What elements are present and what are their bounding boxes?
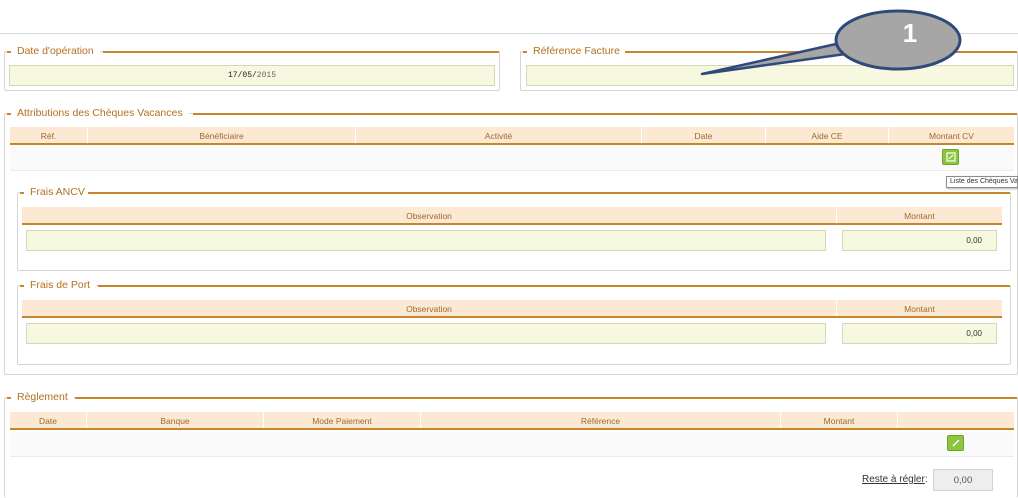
column-header-observation: Observation: [22, 207, 837, 223]
column-header-ref[interactable]: Réf.: [10, 127, 88, 143]
column-header-actions: [898, 412, 1014, 428]
reste-a-regler-colon: :: [925, 474, 928, 485]
operation-date-day: 17/05/: [227, 71, 257, 80]
callout-number: 1: [902, 18, 918, 48]
column-header-activite[interactable]: Activité: [356, 127, 642, 143]
frais-port-table-header: Observation Montant: [22, 300, 1002, 318]
frais-ancv-montant-input[interactable]: 0,00: [842, 230, 997, 251]
frais-port-group: Frais de Port Observation Montant 0,00: [17, 279, 1011, 365]
frais-port-montant-input[interactable]: 0,00: [842, 323, 997, 344]
operation-date-input[interactable]: 17/05/2015: [9, 65, 495, 86]
edit-pencil-icon: [952, 439, 959, 447]
attributions-group: Attributions des Chèques Vacances Réf. B…: [4, 107, 1018, 375]
column-header-mode-paiement[interactable]: Mode Paiement: [264, 412, 421, 428]
attributions-table-header: Réf. Bénéficiaire Activité Date Aide CE …: [10, 127, 1014, 145]
reglement-empty-row: [10, 432, 1014, 457]
edit-icon: [945, 152, 956, 162]
column-header-banque[interactable]: Banque: [87, 412, 264, 428]
column-header-reference[interactable]: Référence: [421, 412, 781, 428]
reglement-legend: Règlement: [7, 391, 74, 404]
callout-bubble: [700, 9, 962, 76]
liste-cheques-tooltip: Liste des Chèques Vacances: [946, 176, 1018, 188]
column-header-date[interactable]: Date: [642, 127, 766, 143]
reference-facture-legend: Référence Facture: [523, 45, 626, 58]
column-header-observation: Observation: [22, 300, 837, 316]
frais-port-observation-input[interactable]: [26, 323, 826, 344]
add-reglement-button[interactable]: [947, 435, 964, 451]
column-header-montant: Montant: [904, 304, 935, 314]
column-header-montant-cv[interactable]: Montant CV: [889, 127, 1014, 143]
date-operation-group: Date d'opération 17/05/2015: [4, 45, 500, 91]
column-header-montant[interactable]: Montant: [781, 412, 898, 428]
column-header-montant: Montant: [904, 211, 935, 221]
frais-port-legend: Frais de Port: [20, 279, 97, 292]
frais-ancv-group: Frais ANCV Observation Montant 0,00: [17, 186, 1011, 271]
frais-ancv-observation-input[interactable]: [26, 230, 826, 251]
column-header-date[interactable]: Date: [10, 412, 87, 428]
liste-cheques-vacances-button[interactable]: [942, 149, 959, 165]
reglement-table-header: Date Banque Mode Paiement Référence Mont…: [10, 412, 1014, 430]
frais-ancv-legend: Frais ANCV: [20, 186, 91, 199]
column-header-aide-ce[interactable]: Aide CE: [766, 127, 889, 143]
reste-a-regler-label: Reste à régler: [862, 474, 925, 485]
attributions-legend: Attributions des Chèques Vacances: [7, 107, 189, 120]
date-operation-legend: Date d'opération: [7, 45, 100, 58]
attributions-empty-row: [10, 147, 1014, 171]
reste-a-regler-value: 0,00: [933, 469, 993, 491]
operation-date-year: 2015: [256, 71, 276, 80]
column-header-beneficiaire[interactable]: Bénéficiaire: [88, 127, 356, 143]
frais-ancv-table-header: Observation Montant: [22, 207, 1002, 225]
